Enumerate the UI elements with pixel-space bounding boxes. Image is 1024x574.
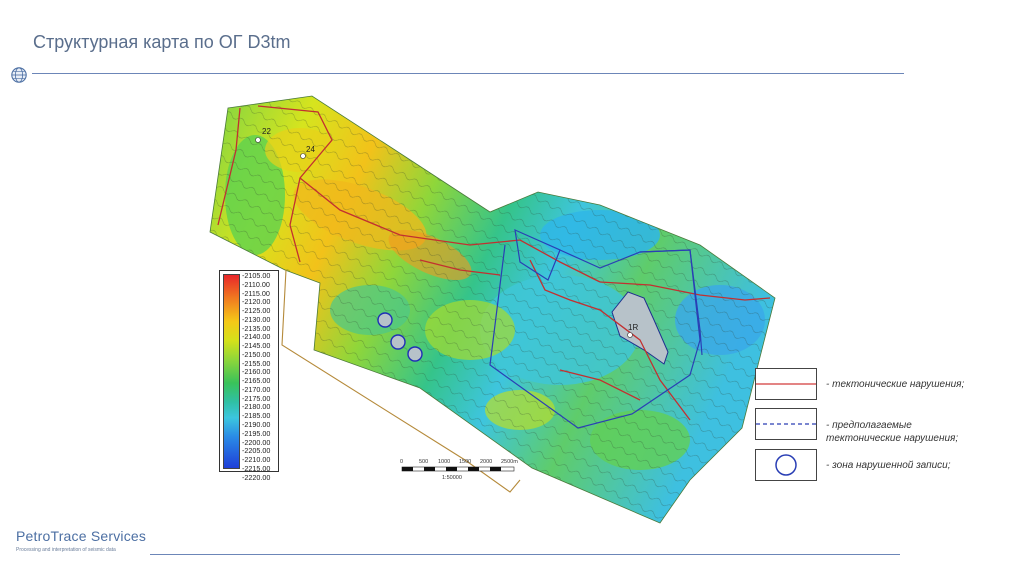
legend-label-faults: - тектонические нарушения; — [826, 379, 965, 390]
footer-line — [150, 554, 900, 555]
legend-swatch-disturbed-zone — [755, 449, 817, 481]
scale-tick: 0 — [400, 459, 404, 465]
scale-tick: 1000 — [438, 459, 451, 465]
legend-label-probable-faults: - предполагаемые тектонические нарушения… — [826, 419, 958, 445]
legend-label-line: тектонические нарушения; — [826, 433, 959, 444]
well-label: 1R — [628, 323, 638, 332]
well-label: 24 — [306, 145, 315, 154]
legend-label-line: - предполагаемые — [826, 420, 912, 431]
colorbar-labels: -2105.00 -2110.00 -2115.00 -2120.00 -2125.00… — [242, 271, 278, 482]
scale-tick: 500 — [419, 459, 429, 465]
scale-tick: 2500m — [501, 459, 518, 465]
scale-bar: 0 500 1000 1500 2000 2500m 1:50000 — [398, 458, 528, 488]
company-logo: PetroTrace Services — [16, 528, 147, 544]
colorbar-tick-label: -2220.00 — [242, 472, 271, 482]
company-tagline: Processing and interpretation of seismic… — [16, 547, 116, 553]
legend-swatch-probable-faults — [755, 408, 817, 440]
legend-swatch-faults — [755, 368, 817, 400]
disturbed-zone-marker — [377, 312, 393, 328]
disturbed-zone-marker — [390, 334, 406, 350]
well-label: 22 — [262, 127, 271, 136]
depth-colorbar: -2105.00 -2110.00 -2115.00 -2120.00 -2125.00… — [219, 270, 279, 481]
legend-label-disturbed-zone: - зона нарушенной записи; — [826, 460, 951, 471]
scale-ratio: 1:50000 — [442, 475, 462, 481]
scale-tick: 1500 — [459, 459, 472, 465]
colorbar-gradient — [223, 274, 240, 469]
scale-tick: 2000 — [480, 459, 493, 465]
disturbed-zone-marker — [407, 346, 423, 362]
